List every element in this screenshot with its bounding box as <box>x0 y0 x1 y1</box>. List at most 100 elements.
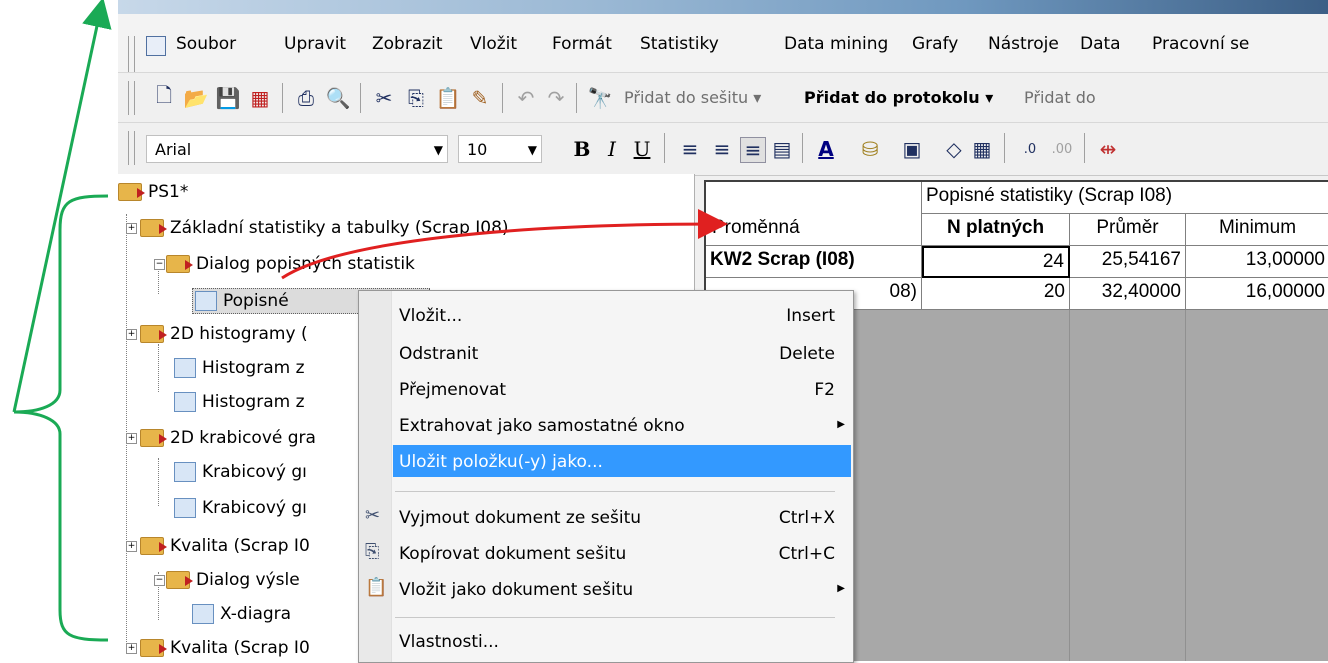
tree-node[interactable]: Krabicový gı <box>174 462 307 482</box>
spreadsheet-title: Popisné statistiky (Scrap I08) <box>922 182 1328 214</box>
add-to-workbook-button[interactable]: Přidat do sešitu ▾ <box>624 88 761 107</box>
copy-icon: ⎘ <box>365 541 380 562</box>
save-icon[interactable]: 💾 <box>216 86 241 110</box>
tree-node[interactable]: − Dialog popisných statistik <box>154 254 415 274</box>
graph-icon <box>174 392 196 412</box>
menu-data[interactable]: Data <box>1080 34 1121 54</box>
table-cell[interactable]: 13,00000 <box>1186 246 1328 278</box>
tree-node[interactable]: X-diagra <box>192 604 291 624</box>
tree-node[interactable]: Krabicový gı <box>174 498 307 518</box>
tag-icon[interactable]: ◇ <box>942 137 966 161</box>
add-to-report-button[interactable]: Přidat do protokolu ▾ <box>804 88 993 107</box>
tree-node-label: Krabicový gı <box>202 498 307 518</box>
table-cell[interactable]: 32,40000 <box>1070 278 1186 310</box>
font-size-select[interactable]: 10 ▼ <box>458 135 542 163</box>
pdf-icon[interactable]: ▦ <box>248 86 272 110</box>
column-header[interactable]: Průměr <box>1070 214 1186 246</box>
open-icon[interactable]: 📂 <box>184 86 209 110</box>
tree-node[interactable]: + Kvalita (Scrap I0 <box>126 536 310 556</box>
menu-item-extract[interactable]: Extrahovat jako samostatné okno <box>399 409 685 443</box>
format-painter-icon[interactable]: ✎ <box>468 86 492 110</box>
tree-node[interactable]: + 2D krabicové gra <box>126 428 316 448</box>
tree-node-label: X-diagra <box>220 604 292 624</box>
tree-root[interactable]: PS1* <box>118 182 188 202</box>
menu-item-insert[interactable]: Vložit... <box>399 299 462 333</box>
column-header[interactable]: Minimum <box>1186 214 1328 246</box>
tree-node[interactable]: + Základní statistiky a tabulky (Scrap I… <box>126 218 509 238</box>
cut-icon[interactable]: ✂ <box>372 86 396 110</box>
folder-icon <box>140 429 167 447</box>
cell-format-icon[interactable]: ▤ <box>770 137 794 161</box>
expand-icon[interactable]: + <box>126 642 137 654</box>
menu-item-copy-document[interactable]: Kopírovat dokument sešitu <box>399 537 626 571</box>
gridlines-icon[interactable]: ▦ <box>970 137 994 161</box>
align-left-icon[interactable]: ≡ <box>678 137 702 161</box>
expand-icon[interactable]: + <box>126 222 137 234</box>
expand-icon[interactable]: + <box>126 540 137 552</box>
font-color-icon[interactable]: A <box>814 137 838 161</box>
add-to-other-button[interactable]: Přidat do <box>1024 88 1096 107</box>
toolbar-grip[interactable] <box>128 131 135 165</box>
cut-icon: ✂ <box>365 505 381 526</box>
expand-icon[interactable]: + <box>126 432 137 444</box>
new-icon[interactable]: 🗋 <box>152 83 176 110</box>
grid-line <box>1069 310 1070 661</box>
menu-item-rename[interactable]: Přejmenovat <box>399 373 506 407</box>
find-icon[interactable]: 🔭 <box>588 86 613 110</box>
collapse-icon[interactable]: − <box>154 258 165 270</box>
folder-icon <box>166 255 193 273</box>
menu-data-mining[interactable]: Data mining <box>784 34 888 54</box>
menu-nastroje[interactable]: Nástroje <box>988 34 1059 54</box>
copy-icon[interactable]: ⎘ <box>404 86 428 110</box>
menu-item-cut-document[interactable]: Vyjmout dokument ze sešitu <box>399 501 641 535</box>
underline-icon[interactable]: U <box>630 137 654 161</box>
column-header[interactable]: N platných <box>922 214 1070 246</box>
menu-separator <box>395 617 835 618</box>
menu-pracovni-sesit[interactable]: Pracovní se <box>1152 34 1249 54</box>
redo-icon[interactable]: ↷ <box>544 86 568 110</box>
menu-zobrazit[interactable]: Zobrazit <box>372 34 443 54</box>
bold-icon[interactable]: B <box>570 137 594 161</box>
print-preview-icon[interactable]: 🔍 <box>326 86 351 110</box>
row-header[interactable]: KW2 Scrap (I08) <box>706 246 922 278</box>
menu-statistiky[interactable]: Statistiky <box>640 34 719 54</box>
table-cell[interactable]: 20 <box>922 278 1070 310</box>
font-name-select[interactable]: Arial ▼ <box>146 135 448 163</box>
toolbar-grip[interactable] <box>128 36 135 72</box>
table-cell[interactable]: 25,54167 <box>1070 246 1186 278</box>
undo-icon[interactable]: ↶ <box>514 86 538 110</box>
shortcut-text: Ctrl+X <box>778 508 835 528</box>
tree-node-label: Popisné <box>223 291 289 311</box>
toolbar-grip[interactable] <box>128 81 135 115</box>
split-icon[interactable]: ⇹ <box>1096 137 1120 161</box>
print-icon[interactable]: ⎙ <box>294 86 318 110</box>
menu-grafy[interactable]: Grafy <box>912 34 958 54</box>
decrease-decimal-icon[interactable]: .00 <box>1050 137 1074 161</box>
increase-decimal-icon[interactable]: .0 <box>1018 137 1042 161</box>
table-cell[interactable]: 16,00000 <box>1186 278 1328 310</box>
tree-node[interactable]: + Kvalita (Scrap I0 <box>126 638 310 658</box>
menu-format[interactable]: Formát <box>552 34 612 54</box>
align-center-icon[interactable]: ≡ <box>710 137 734 161</box>
table-cell-selected[interactable]: 24 <box>922 246 1070 278</box>
menu-item-properties[interactable]: Vlastnosti... <box>399 625 499 659</box>
fill-color-icon[interactable]: ⛁ <box>858 137 882 161</box>
tree-node[interactable]: Histogram z <box>174 392 305 412</box>
menu-upravit[interactable]: Upravit <box>284 34 346 54</box>
paste-icon[interactable]: 📋 <box>436 86 461 110</box>
collapse-icon[interactable]: − <box>154 574 165 586</box>
menu-item-paste-document[interactable]: Vložit jako dokument sešitu <box>399 573 633 607</box>
menu-vlozit[interactable]: Vložit <box>470 34 517 54</box>
menu-soubor[interactable]: Soubor <box>176 34 236 54</box>
menu-icon[interactable] <box>146 36 166 56</box>
menu-item-delete[interactable]: Odstranit <box>399 337 478 371</box>
align-right-icon[interactable]: ≡ <box>740 137 766 163</box>
folder-icon <box>140 219 167 237</box>
expand-icon[interactable]: + <box>126 328 137 340</box>
italic-icon[interactable]: I <box>600 137 624 161</box>
tree-node[interactable]: − Dialog výsle <box>154 570 300 590</box>
tree-node[interactable]: + 2D histogramy ( <box>126 324 308 344</box>
menu-item-save-as[interactable]: Uložit položku(-y) jako... <box>399 445 603 479</box>
border-icon[interactable]: ▣ <box>900 137 924 161</box>
tree-node[interactable]: Histogram z <box>174 358 305 378</box>
